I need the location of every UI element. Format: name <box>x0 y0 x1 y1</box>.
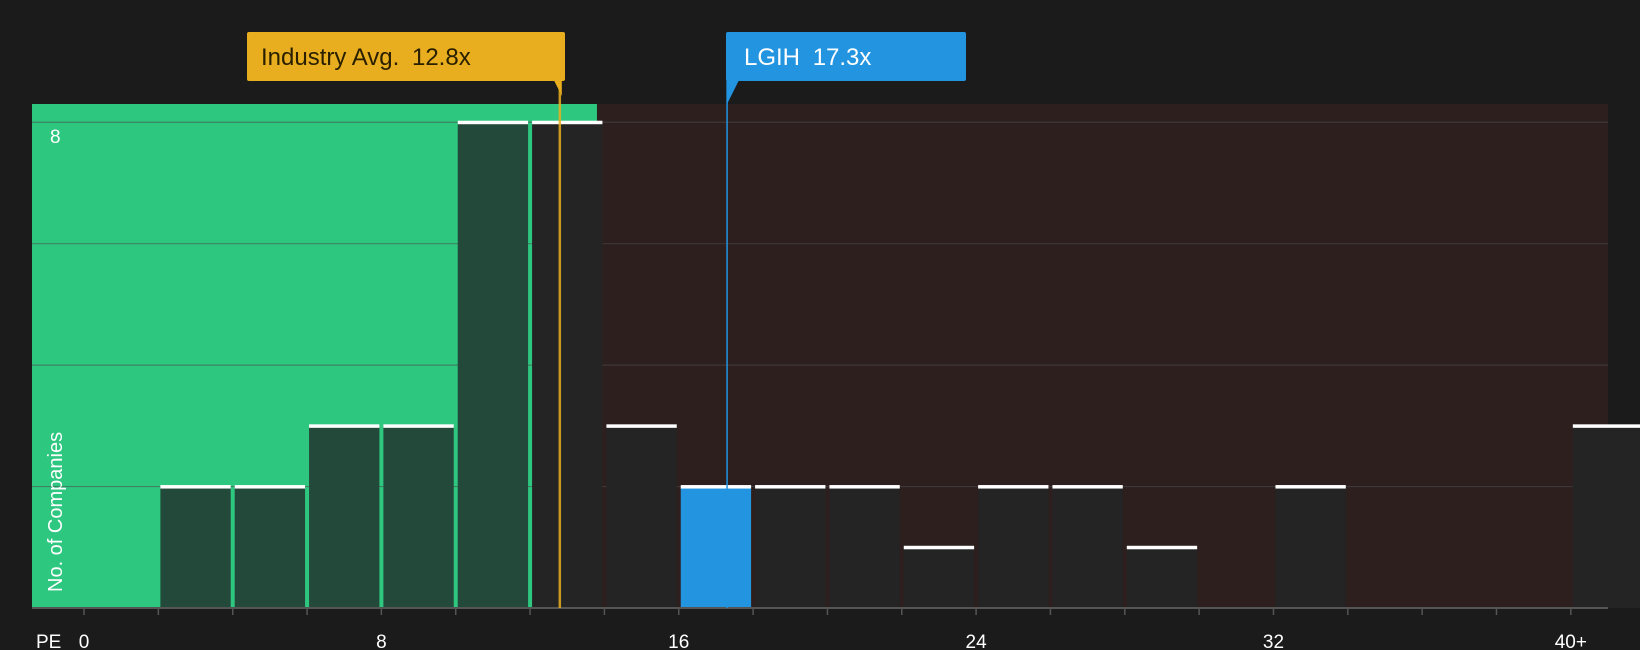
bar-cap <box>903 545 975 550</box>
bar-cap <box>606 424 677 428</box>
x-tick-label: 40+ <box>1555 632 1587 650</box>
svg-text:Industry Avg. 12.8x: Industry Avg. 12.8x <box>261 44 471 71</box>
bar-cap <box>978 485 1049 489</box>
x-tick-label: 32 <box>1263 632 1284 650</box>
bar-cap <box>383 424 454 428</box>
histogram-bar <box>978 486 1049 608</box>
x-axis-title: PE <box>36 632 61 650</box>
bar-cap <box>1126 545 1198 550</box>
bar-cap <box>532 120 603 125</box>
bar-cap <box>680 485 752 489</box>
histogram-bar <box>234 486 306 608</box>
x-tick-label: 0 <box>79 632 90 650</box>
bar-cap <box>1275 485 1346 489</box>
bar-cap <box>755 485 826 489</box>
bar-cap <box>1572 424 1640 428</box>
histogram-bar <box>309 425 380 608</box>
bar-cap <box>829 485 900 489</box>
bar-cap <box>160 485 231 489</box>
company-pointer <box>727 80 740 104</box>
bar-cap <box>309 424 380 428</box>
histogram-bar <box>1052 486 1123 608</box>
histogram-bar <box>160 486 231 608</box>
x-tick-label: 16 <box>668 632 689 650</box>
pe-distribution-chart: 0 8 16 24 32 40+ 8 No. of Companies PE Industr… <box>32 32 1640 650</box>
x-tick-label: 8 <box>376 632 387 650</box>
histogram-bar <box>903 547 975 608</box>
histogram-bar <box>606 425 677 608</box>
histogram-bar <box>680 486 752 608</box>
histogram-bar <box>457 122 529 609</box>
histogram-bar <box>755 486 826 608</box>
industry-avg-value: 12.8x <box>412 44 471 71</box>
histogram-bar <box>1275 486 1346 608</box>
company-value: 17.3x <box>813 44 872 71</box>
y-tick-label: 8 <box>50 127 61 148</box>
company-callout: LGIH 17.3x <box>726 32 966 104</box>
histogram-bar <box>1126 547 1198 608</box>
bar-cap <box>457 120 529 125</box>
bar-cap <box>1052 485 1123 489</box>
histogram-bar <box>829 486 900 608</box>
y-axis-label: No. of Companies <box>45 432 67 592</box>
histogram-bar <box>532 122 603 609</box>
company-label: LGIH <box>744 44 800 71</box>
histogram-bar <box>1572 425 1640 608</box>
industry-avg-label: Industry Avg. <box>261 44 399 71</box>
bar-cap <box>234 485 306 489</box>
industry-avg-callout: Industry Avg. 12.8x <box>247 32 565 96</box>
histogram-bar <box>383 425 454 608</box>
x-tick-label: 24 <box>966 632 988 650</box>
